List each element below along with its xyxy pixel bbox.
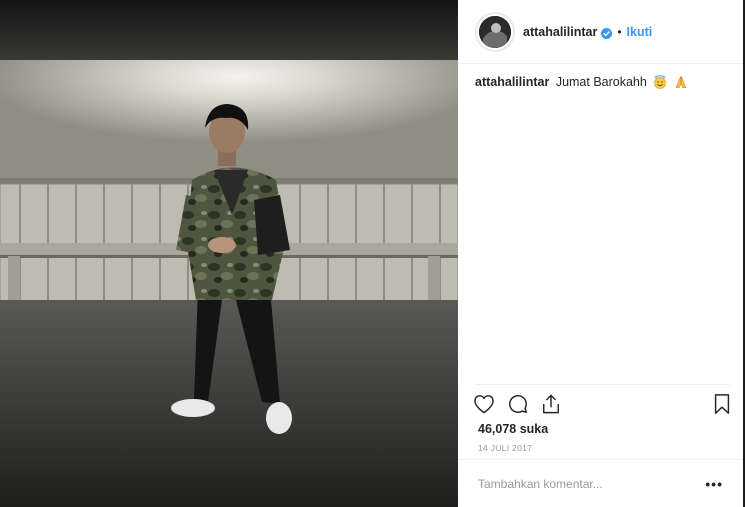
- comment-bar: •••: [458, 459, 743, 507]
- avatar[interactable]: [475, 11, 515, 52]
- actions-divider: [475, 384, 730, 385]
- more-options-button[interactable]: •••: [705, 476, 723, 492]
- post-header: attahalilintar • Ikuti: [458, 0, 743, 64]
- smiling-face-with-halo-icon: [653, 75, 667, 94]
- avatar-image: [479, 15, 511, 48]
- caption-username[interactable]: attahalilintar: [475, 75, 549, 89]
- post-side-panel: attahalilintar • Ikuti attahalilintar Ju…: [458, 0, 743, 507]
- post-photo[interactable]: [0, 0, 458, 507]
- post-actions: [473, 391, 731, 417]
- post-photo-image: [0, 0, 458, 507]
- comment-input[interactable]: [478, 476, 706, 491]
- post-date[interactable]: 14 JULI 2017: [478, 443, 532, 453]
- post-username[interactable]: attahalilintar: [523, 25, 597, 39]
- caption-text: Jumat Barokahh: [555, 75, 647, 89]
- heart-icon[interactable]: [473, 391, 501, 417]
- like-count[interactable]: 46,078 suka: [478, 422, 548, 436]
- bookmark-icon[interactable]: [703, 391, 731, 417]
- header-separator: •: [617, 24, 622, 39]
- verified-badge-icon: [601, 26, 613, 39]
- speech-bubble-icon[interactable]: [507, 391, 535, 417]
- folded-hands-icon: [674, 75, 688, 94]
- share-icon[interactable]: [541, 391, 569, 417]
- follow-button[interactable]: Ikuti: [627, 25, 653, 39]
- post-caption: attahalilintar Jumat Barokahh: [475, 73, 730, 94]
- instagram-post-window: attahalilintar • Ikuti attahalilintar Ju…: [0, 0, 745, 507]
